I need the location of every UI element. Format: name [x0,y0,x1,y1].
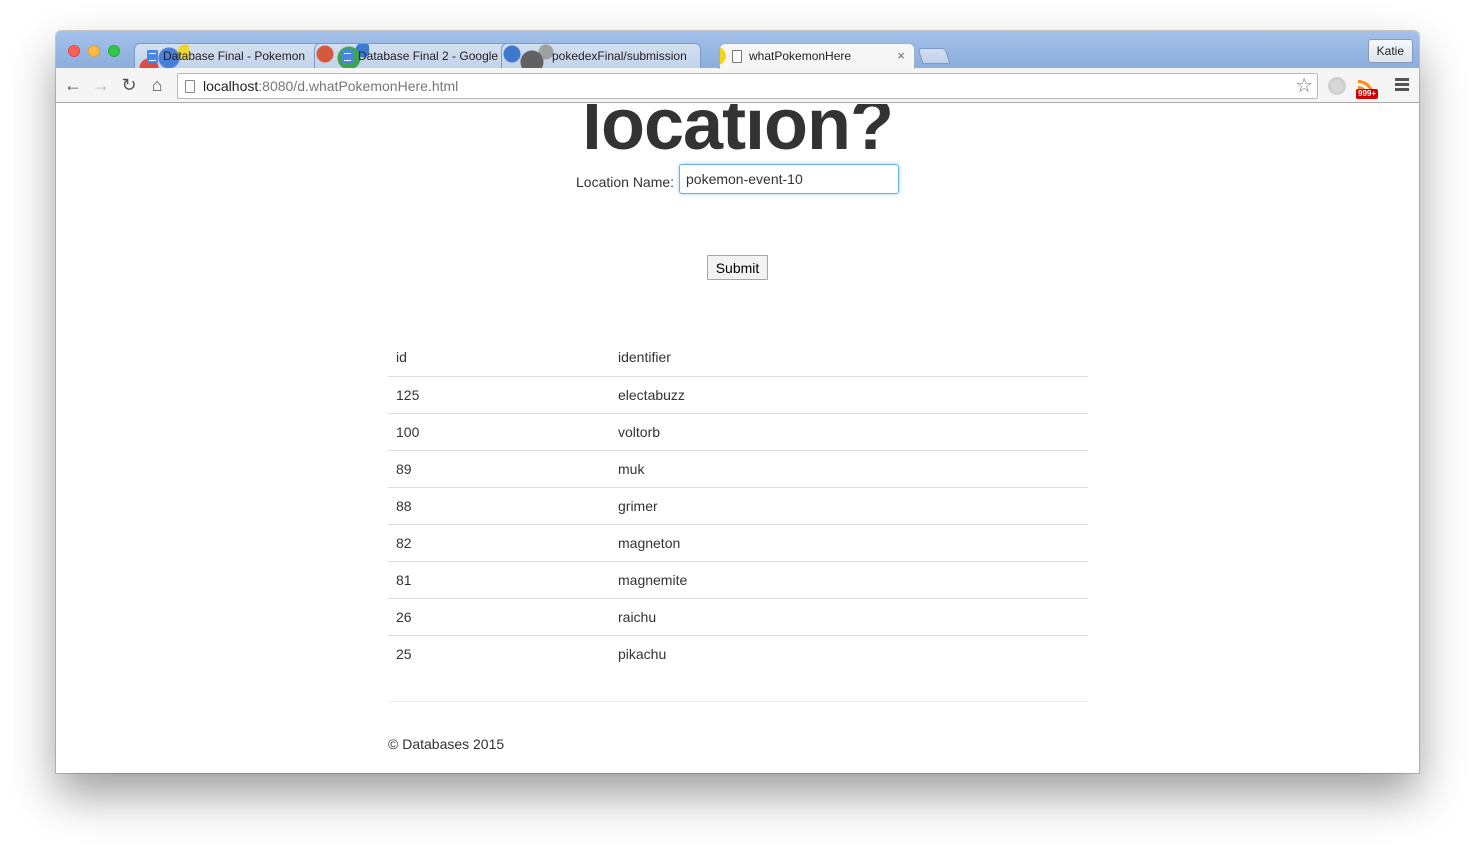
footer-copyright: © Databases 2015 [388,736,505,752]
cell-identifier: voltorb [610,412,1088,450]
cell-identifier: muk [610,449,1088,487]
browser-toolbar: ← → ↻ ⌂ localhost:8080/d.whatPokemonHere… [56,68,1419,103]
rss-badge: 999+ [1356,89,1379,99]
cell-id: 88 [388,486,610,524]
tab-title: pokedexFinal/submission [552,49,687,63]
github-icon [502,44,556,68]
minimize-window-button[interactable] [88,45,100,57]
footer-divider [388,701,1088,702]
google-docs-icon [342,50,353,63]
zoom-window-button[interactable] [108,45,120,57]
menu-icon[interactable] [1395,78,1409,93]
table-row: 100 voltorb [388,412,1088,450]
cell-id: 100 [388,412,610,450]
home-icon[interactable]: ⌂ [147,75,167,95]
cell-identifier: magnemite [610,560,1088,598]
url-host: localhost [203,78,259,94]
table-row: 25 pikachu [388,634,1088,672]
address-bar[interactable]: localhost:8080/d.whatPokemonHere.html ☆ [177,73,1318,99]
tab-whatpokemonhere[interactable]: ✕ whatPokemonHere × [719,43,915,69]
table-row: 81 magnemite [388,560,1088,598]
close-tab-icon[interactable]: × [897,44,905,68]
bookmark-star-icon[interactable]: ☆ [1295,75,1313,97]
tab-title: Database Final 2 - Google [358,49,499,63]
table-header-row: id identifier [388,339,1088,377]
cell-id: 125 [396,386,420,403]
profile-button[interactable]: Katie [1367,39,1413,63]
table-row: 82 magneton [388,523,1088,561]
page-icon [185,80,195,93]
cell-id: 26 [388,597,610,635]
google-docs-icon [147,50,158,63]
url-text[interactable]: localhost:8080/d.whatPokemonHere.html [203,74,458,99]
extension-icon[interactable] [1328,77,1346,95]
forward-arrow-icon[interactable]: → [91,75,111,95]
location-name-input[interactable] [679,164,899,194]
tab-pokedexfinal-submission[interactable]: pokedexFinal/submission [501,43,701,68]
tab-title: Database Final - Pokemon [163,49,306,63]
table-row: 89 muk [388,449,1088,487]
cell-identifier: magneton [610,523,1088,561]
column-header-id: id [388,339,610,377]
tab-database-final-2[interactable]: Database Final 2 - Google [314,43,514,68]
new-tab-button[interactable] [917,48,951,64]
submit-button[interactable]: Submit [707,255,768,280]
table-row: 125 electabuzz [388,376,1088,413]
cell-identifier: grimer [610,486,1088,524]
column-header-identifier: identifier [610,339,1088,377]
cell-id: 81 [388,560,610,598]
cell-id: 82 [388,523,610,561]
browser-window: Database Final - Pokemon Database Final … [56,31,1419,773]
page-icon [732,50,742,63]
table-row: 88 grimer [388,486,1088,524]
cell-identifier: electabuzz [618,386,685,403]
tab-title: whatPokemonHere [749,49,852,63]
cell-id: 89 [388,449,610,487]
table-row: 26 raichu [388,597,1088,635]
url-path: :8080/d.whatPokemonHere.html [258,78,459,94]
back-arrow-icon[interactable]: ← [63,75,83,95]
cell-id: 25 [388,634,610,672]
results-table: id identifier 125 electabuzz 100 voltorb 8… [388,339,1088,672]
tab-database-final-pokemon[interactable]: Database Final - Pokemon [134,43,334,68]
page-title: location? [582,104,894,165]
cell-identifier: pikachu [610,634,1088,672]
cell-identifier: raichu [610,597,1088,635]
tab-strip: Database Final - Pokemon Database Final … [56,31,1419,69]
page-content: location? Location Name: Submit id ident… [56,104,1419,773]
pokemon-icon: ✕ [720,47,726,65]
close-window-button[interactable] [68,45,80,57]
reload-icon[interactable]: ↻ [119,75,139,95]
location-label: Location Name: [576,174,675,190]
